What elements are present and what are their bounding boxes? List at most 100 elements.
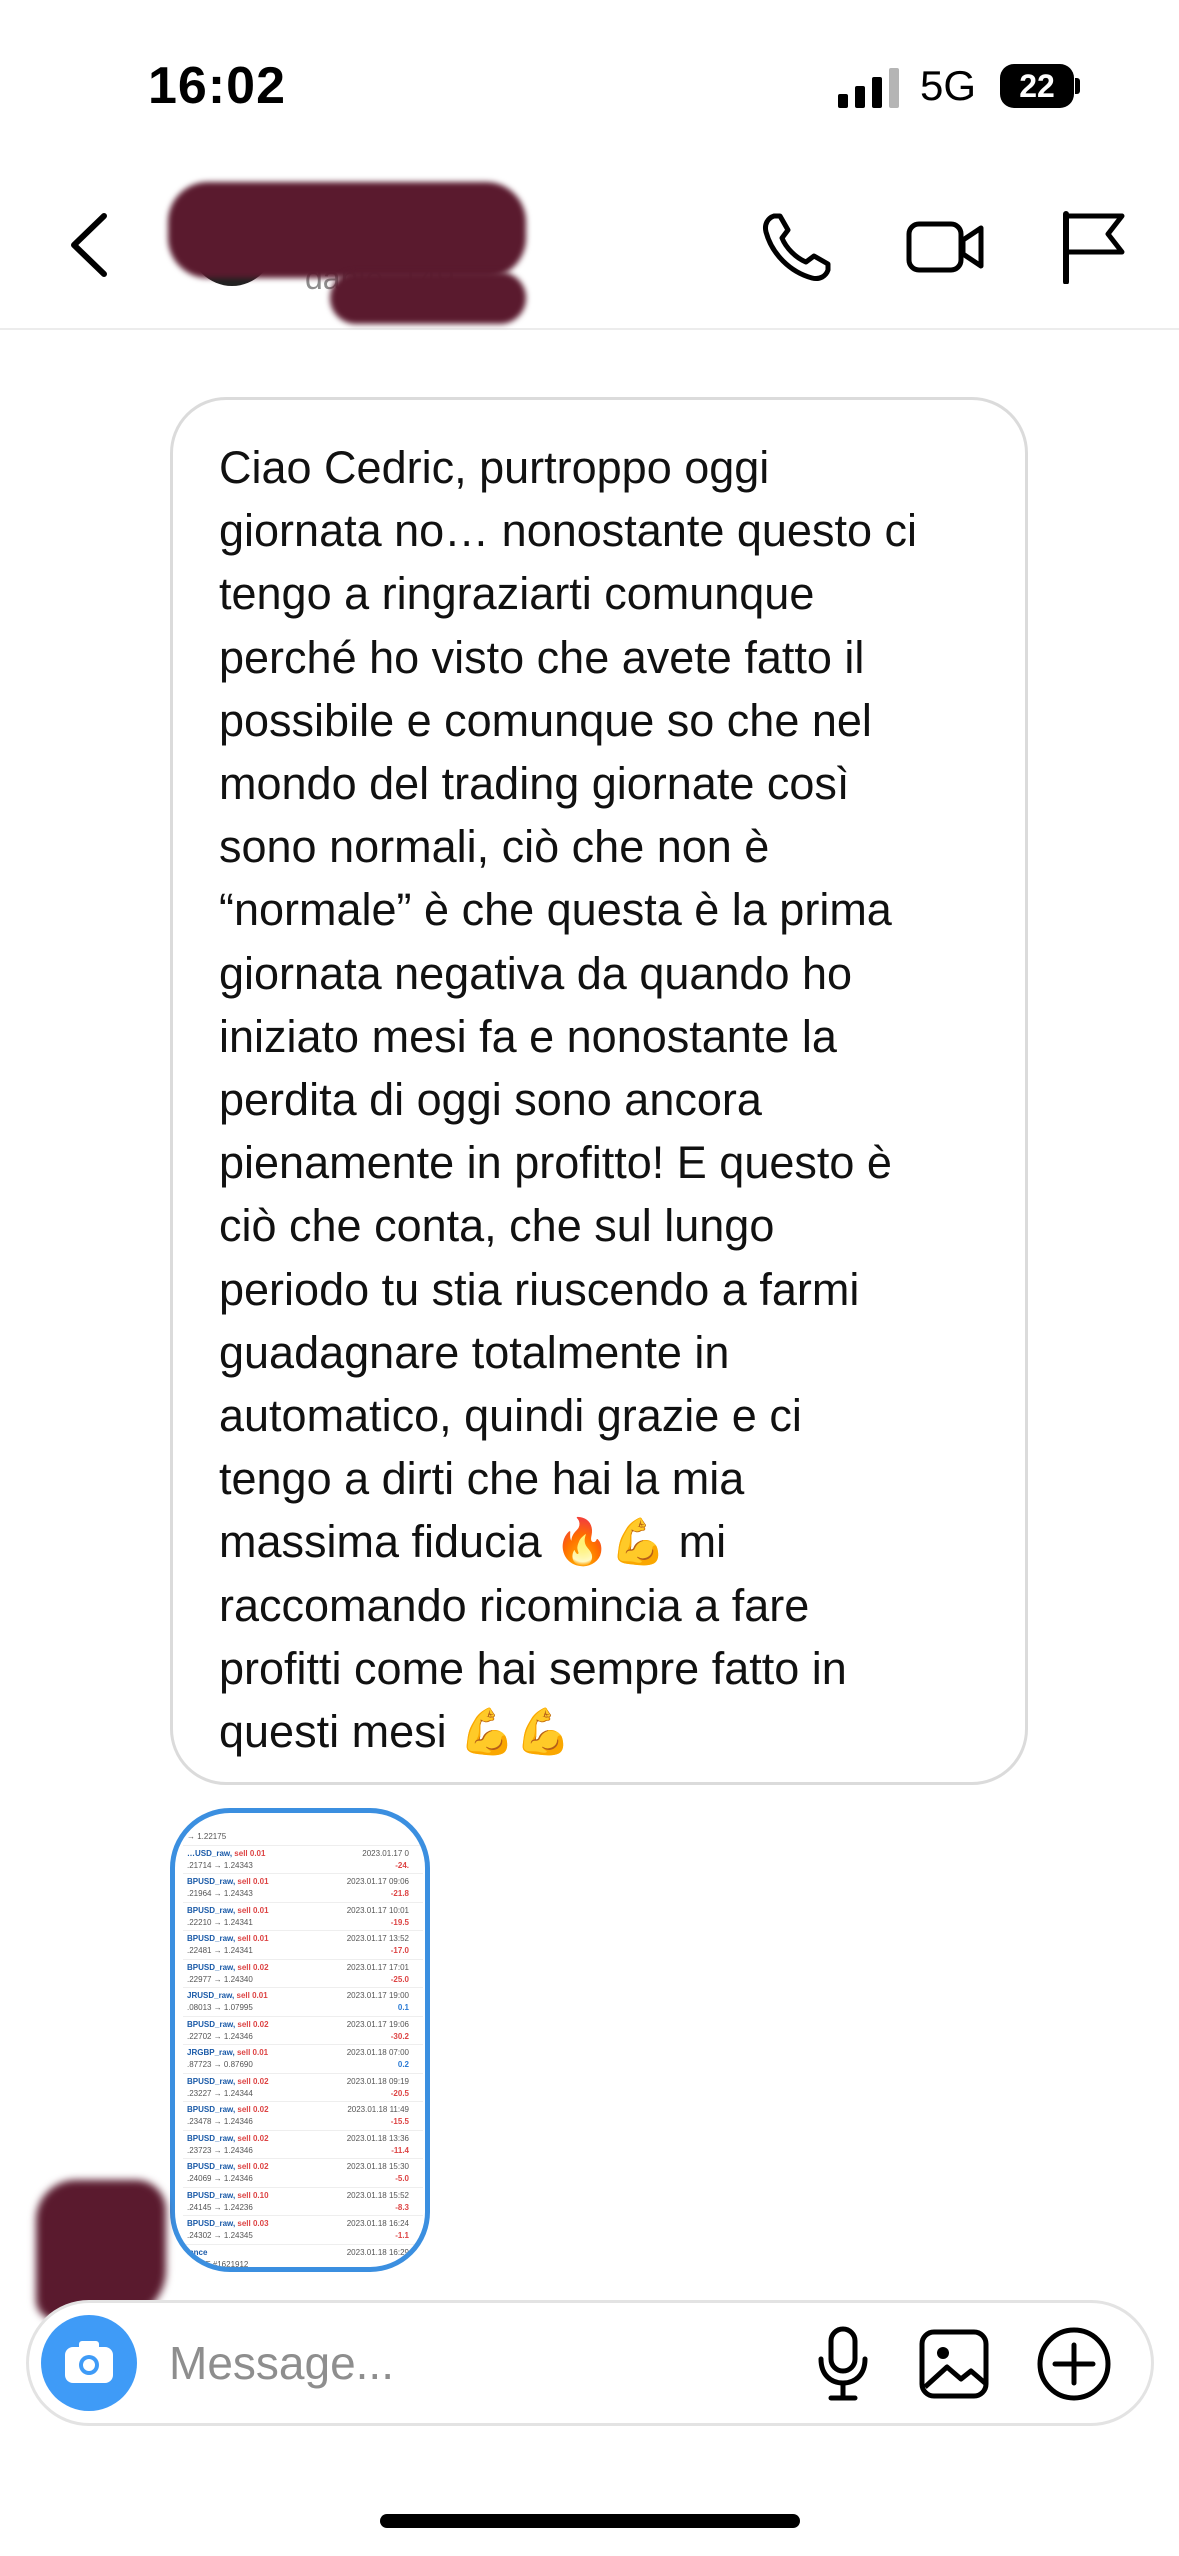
trade-row: BPUSD_raw, sell 0.01 .22481 → 1.24341 2023… (183, 1931, 423, 1960)
home-indicator[interactable] (380, 2514, 800, 2528)
camera-button[interactable] (41, 2315, 137, 2411)
image-attachment[interactable]: → 1.22175 …USD_raw, sell 0.01.21714 → 1.2… (170, 1808, 430, 2272)
trade-profit: -21.8 (390, 1889, 409, 1898)
trade-profit: -25.0 (390, 1974, 409, 1984)
battery-nub (1075, 78, 1080, 94)
trade-profit: -11.4 (391, 2145, 409, 2155)
trade-profit: -8.3 (395, 2202, 409, 2212)
trade-date: 2023.01.17 09:06 (346, 1877, 409, 1886)
chat-header: danie_149 (0, 160, 1179, 330)
trade-symbol: BPUSD_raw, (187, 1962, 236, 1972)
chevron-left-icon[interactable] (62, 210, 122, 280)
trade-price: .23227 → 1.24344 (187, 2088, 253, 2098)
trade-row: BPUSD_raw, sell 0.02.23227 → 1.24344 2023… (183, 2074, 423, 2102)
trade-row: BPUSD_raw, sell 0.02 .24069 → 1.24346 2023… (183, 2159, 423, 2188)
trade-symbol: BPUSD_raw, (187, 2190, 236, 2200)
trade-history-list: → 1.22175 …USD_raw, sell 0.01.21714 → 1.2… (183, 1817, 423, 2269)
trade-symbol: …USD_raw, (187, 1848, 233, 1858)
trade-symbol: BPUSD_raw, (187, 1934, 236, 1943)
trade-date: 2023.01.18 16:24 (346, 2219, 409, 2228)
trade-symbol-group: BPUSD_raw, sell 0.02 (187, 1963, 269, 1973)
trade-date: 2023.01.18 09:19 (346, 2076, 409, 2086)
video-camera-icon[interactable] (905, 212, 985, 282)
trade-price: .87723 → 0.87690 (187, 2060, 253, 2069)
trade-price: .22481 → 1.24341 (187, 1946, 253, 1955)
trade-date: 2023.01.18 15:52 (346, 2190, 409, 2200)
trade-price: .22702 → 1.24346 (187, 2031, 253, 2041)
trade-date: 2023.01.18 13:36 (346, 2133, 409, 2143)
trade-symbol: BPUSD_raw, (187, 2219, 236, 2228)
trade-profit: -19.5 (390, 1917, 409, 1927)
trade-profit: -30.2 (390, 2031, 409, 2041)
phone-icon[interactable] (760, 210, 834, 284)
trade-row: …USD_raw, sell 0.01.21714 → 1.24343 2023.… (183, 1846, 423, 1874)
trade-price: 1 - ITF #1621912 (187, 2259, 249, 2269)
trade-date: 2023.01.18 16:29 (346, 2247, 409, 2257)
camera-icon (65, 2341, 113, 2383)
image-icon[interactable] (917, 2327, 991, 2401)
trade-side: sell 0.10 (237, 2190, 269, 2200)
trade-price: .24302 → 1.24345 (187, 2231, 253, 2240)
trade-symbol: BPUSD_raw, (187, 2019, 236, 2029)
trade-row: BPUSD_raw, sell 0.02 .22702 → 1.24346 2023… (183, 2017, 423, 2045)
trade-date: 2023.01.18 15:30 (346, 2162, 409, 2171)
plus-circle-icon[interactable] (1035, 2325, 1113, 2403)
trade-symbol: lance (187, 2247, 208, 2257)
trade-side: sell 0.02 (237, 2019, 269, 2029)
trade-price: .24069 → 1.24346 (187, 2174, 253, 2183)
trade-symbol-group: BPUSD_raw, sell 0.01 (187, 1934, 269, 1944)
trade-symbol-group: BPUSD_raw, sell 0.10 (187, 2191, 269, 2201)
trade-side: sell 0.01 (237, 1905, 269, 1915)
trade-row: JRGBP_raw, sell 0.01 .87723 → 0.87690 2023… (183, 2045, 423, 2074)
trade-row: BPUSD_raw, sell 0.10.24145 → 1.24236 2023… (183, 2188, 423, 2216)
trade-symbol-group: …USD_raw, sell 0.01 (187, 1849, 265, 1859)
trade-row: lance 1 - ITF #1621912 2023.01.18 16:29 87 (183, 2245, 423, 2269)
trade-row: BPUSD_raw, sell 0.02.23723 → 1.24346 2023… (183, 2131, 423, 2159)
trade-price: .21714 → 1.24343 (187, 1860, 253, 1870)
trade-side: sell 0.03 (237, 2219, 269, 2228)
trade-price: .08013 → 1.07995 (187, 2003, 253, 2012)
trade-row: BPUSD_raw, sell 0.03 .24302 → 1.24345 2023… (183, 2216, 423, 2245)
trade-symbol-group: BPUSD_raw, sell 0.01 (187, 1877, 269, 1887)
trade-symbol-group: BPUSD_raw, sell 0.01 (187, 1906, 269, 1916)
trade-row: BPUSD_raw, sell 0.01 .21964 → 1.24343 2023… (183, 1874, 423, 1903)
trade-symbol: JRGBP_raw, (187, 2048, 235, 2057)
network-type: 5G (920, 62, 977, 109)
message-bubble[interactable]: Ciao Cedric, purtroppo oggi giornata no…… (170, 397, 1028, 1785)
status-time: 16:02 (148, 57, 286, 115)
trade-symbol-group: BPUSD_raw, sell 0.02 (187, 2162, 269, 2172)
trade-symbol: BPUSD_raw, (187, 1905, 236, 1915)
trade-date: 2023.01.18 11:49 (347, 2105, 409, 2114)
trade-profit: 87 (400, 2259, 409, 2269)
microphone-icon[interactable] (811, 2325, 875, 2403)
redaction-mark (330, 272, 526, 324)
trade-date: 2023.01.17 13:52 (346, 1934, 409, 1943)
trade-symbol-group: lance (187, 2248, 207, 2258)
trade-symbol: BPUSD_raw, (187, 2133, 236, 2143)
trade-price: .22210 → 1.24341 (187, 1917, 253, 1927)
trade-side: sell 0.02 (237, 2105, 269, 2114)
flag-icon[interactable] (1058, 210, 1128, 284)
trade-symbol: BPUSD_raw, (187, 2162, 236, 2171)
trade-side: sell 0.01 (237, 1877, 269, 1886)
trade-date: 2023.01.18 07:00 (346, 2048, 409, 2057)
trade-row: JRUSD_raw, sell 0.01 .08013 → 1.07995 2023… (183, 1988, 423, 2017)
message-input[interactable] (169, 2333, 769, 2393)
trade-symbol-group: BPUSD_raw, sell 0.02 (187, 2077, 269, 2087)
trade-side: sell 0.02 (237, 1962, 269, 1972)
trade-symbol-group: BPUSD_raw, sell 0.02 (187, 2134, 269, 2144)
message-text: Ciao Cedric, purtroppo oggi giornata no…… (219, 442, 917, 1758)
trade-row: BPUSD_raw, sell 0.02 .23478 → 1.24346 2023… (183, 2102, 423, 2131)
trade-price: .22977 → 1.24340 (187, 1974, 253, 1984)
sender-avatar-redaction (36, 2180, 166, 2320)
status-bar: 16:02 5G 22 (0, 0, 1179, 150)
battery-icon: 22 (1000, 64, 1080, 108)
trade-symbol: BPUSD_raw, (187, 1877, 236, 1886)
trade-profit: -20.5 (390, 2088, 409, 2098)
trade-price: .23478 → 1.24346 (187, 2117, 253, 2126)
trade-side: sell 0.02 (237, 2133, 269, 2143)
trade-side: sell 0.02 (237, 2162, 269, 2171)
trade-date: 2023.01.17 19:06 (346, 2019, 409, 2029)
trade-profit: 0.2 (397, 2060, 409, 2069)
redaction-mark (168, 182, 526, 278)
